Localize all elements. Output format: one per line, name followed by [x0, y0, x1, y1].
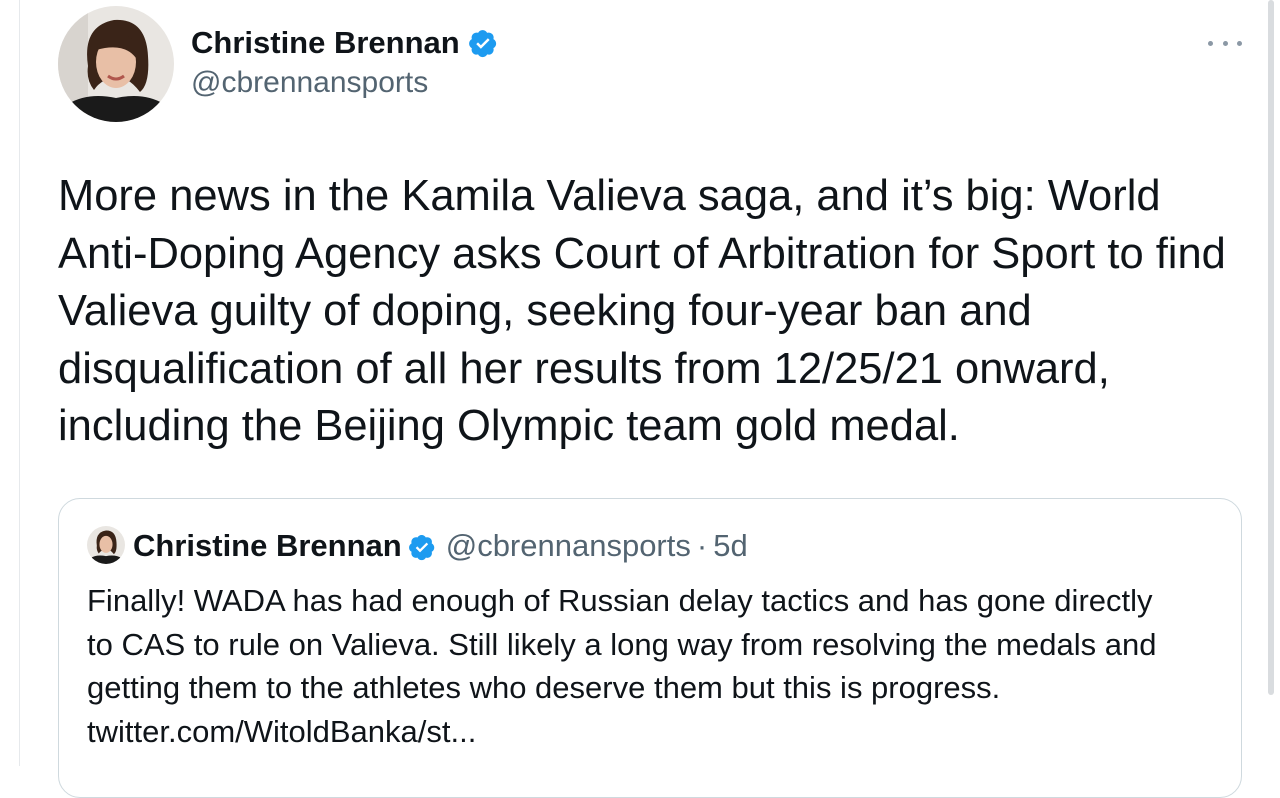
quoted-author-avatar — [87, 526, 125, 564]
tweet-text: More news in the Kamila Valieva saga, an… — [58, 172, 1226, 450]
quoted-author-name: Christine Brennan — [133, 528, 402, 563]
author-avatar[interactable] — [58, 6, 174, 122]
scrollbar[interactable] — [1268, 0, 1274, 695]
verified-badge-icon — [408, 532, 436, 561]
separator-dot: · — [696, 528, 708, 563]
author-handle[interactable]: @cbrennansports — [191, 64, 428, 102]
quoted-tweet-time: 5d — [713, 528, 748, 563]
author-name-row[interactable]: Christine Brennan — [191, 24, 498, 62]
more-options-icon[interactable] — [1208, 36, 1242, 50]
verified-badge-icon — [468, 28, 498, 58]
quoted-tweet-header: Christine Brennan @cbrennansports · 5d — [133, 527, 748, 565]
quoted-author-handle: @cbrennansports — [445, 528, 691, 563]
timeline-left-border — [19, 0, 20, 766]
quoted-tweet-card[interactable]: Christine Brennan @cbrennansports · 5d F… — [58, 498, 1242, 798]
author-name[interactable]: Christine Brennan — [191, 24, 460, 62]
quoted-tweet-text: Finally! WADA has had enough of Russian … — [87, 583, 1157, 749]
